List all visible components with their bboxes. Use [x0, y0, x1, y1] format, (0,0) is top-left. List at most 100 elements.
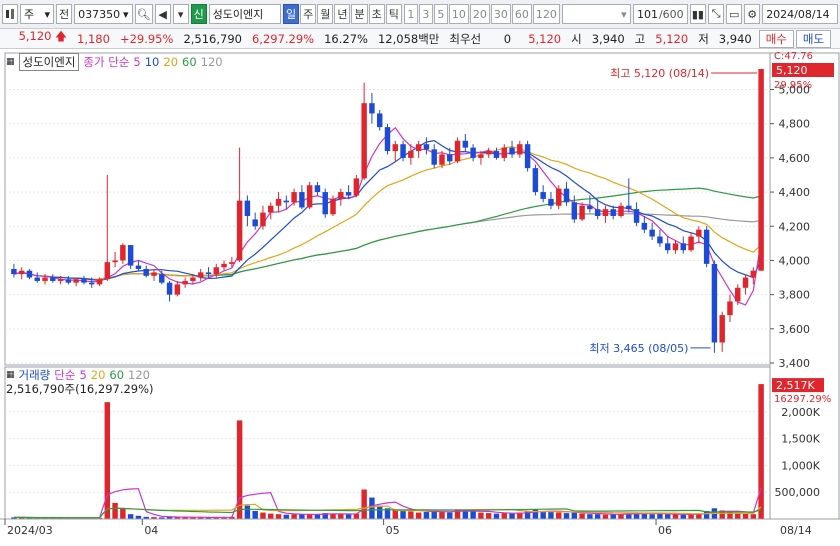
volume-bar	[415, 512, 422, 519]
volume-bar	[338, 514, 344, 519]
candle	[431, 149, 437, 165]
period-tab-1[interactable]: 주	[300, 4, 317, 24]
candle	[758, 69, 764, 271]
interval-button-5[interactable]: 30	[490, 4, 511, 24]
candle	[369, 103, 375, 114]
price-tick-label: 4,200	[779, 220, 811, 233]
volume-bar	[423, 512, 430, 519]
volume-bar	[291, 514, 297, 519]
period-tab-2[interactable]: 월	[317, 4, 334, 24]
volume-bar	[509, 513, 515, 519]
candle	[81, 279, 87, 283]
candle	[478, 154, 484, 158]
chart-zoom-icon[interactable]: ⤡	[708, 4, 725, 24]
candle	[594, 209, 601, 216]
date-field[interactable]: 2024/08/14	[762, 4, 838, 24]
sell-button[interactable]: 매도	[795, 29, 832, 48]
price-tick-label: 4,600	[779, 152, 811, 165]
candle	[151, 272, 157, 276]
volume-bar	[127, 514, 134, 519]
candle	[213, 267, 219, 275]
buy-button[interactable]: 매수	[758, 29, 794, 48]
candle	[742, 277, 749, 288]
price-tag-text: 5,120	[776, 64, 808, 77]
price-tick-label: 4,400	[779, 186, 811, 199]
candle	[587, 205, 593, 210]
candle	[244, 200, 251, 216]
candle	[143, 268, 149, 276]
candle	[735, 287, 741, 302]
chart-type-icon[interactable]	[2, 4, 18, 24]
candle	[750, 270, 757, 278]
candle	[314, 185, 321, 193]
print-icon[interactable]: ▭	[726, 4, 743, 24]
price-chart[interactable]: 3,400 3,600 3,800 4,000 4,200 4,400 4,600 4,800…	[0, 49, 840, 543]
candle	[563, 188, 570, 203]
interval-button-3[interactable]: 10	[448, 4, 469, 24]
candle	[260, 212, 266, 227]
candle-icon[interactable]: ▮▮	[689, 4, 707, 24]
stock-title[interactable]: 성도이엔지	[18, 53, 80, 71]
period-tab-4[interactable]: 분	[351, 4, 368, 24]
candle	[719, 315, 725, 343]
volume-bar	[579, 513, 585, 519]
x-tick-label: 04	[144, 524, 158, 537]
candle	[50, 277, 56, 281]
mode-select[interactable]: 주 ▾	[20, 4, 55, 24]
high-price: 5,120	[655, 31, 689, 46]
volume-bar	[244, 505, 251, 519]
interval-button-1[interactable]: 3	[418, 4, 433, 24]
count-field[interactable]: 101 /600	[632, 4, 688, 24]
chart-area[interactable]: 3,400 3,600 3,800 4,000 4,200 4,400 4,600 4,800…	[0, 49, 840, 543]
candle	[159, 274, 165, 283]
interval-button-4[interactable]: 20	[469, 4, 490, 24]
candle	[400, 144, 406, 158]
candle	[89, 282, 95, 285]
code-input[interactable]: 037350 ▾	[74, 4, 133, 24]
chart-settings-icon[interactable]: ▦	[6, 57, 15, 67]
candle	[104, 262, 111, 280]
candle	[322, 192, 328, 215]
candle	[462, 140, 469, 148]
arrow-up-icon: 🡅	[55, 29, 67, 43]
period-tab-3[interactable]: 년	[334, 4, 351, 24]
ma5-label: 5	[133, 55, 141, 69]
candle	[688, 236, 694, 251]
chevron-down-icon[interactable]: ▾	[172, 4, 189, 24]
price-legend: ▦ 성도이엔지 종가 단순 5 10 20 60 120	[6, 53, 223, 71]
board-button[interactable]: 전	[56, 4, 73, 24]
high-annotation: 최고 5,120 (08/14)	[610, 67, 709, 80]
stock-name[interactable]: 성도이엔지	[208, 4, 281, 24]
code-value: 037350	[78, 7, 121, 21]
candle	[174, 284, 181, 295]
mode-value: 주	[24, 8, 35, 21]
search-icon[interactable]: 🔍︎	[134, 4, 153, 24]
c-tag-text: C:47.76	[774, 51, 813, 62]
volume-bar	[120, 508, 126, 519]
interval-button-6[interactable]: 60	[511, 4, 532, 24]
candle	[517, 144, 523, 155]
volume-bar	[758, 384, 764, 519]
candle	[338, 192, 344, 199]
volume-bar	[462, 510, 469, 519]
volume-bar	[283, 514, 290, 519]
volume-settings-icon[interactable]: ▦	[6, 370, 15, 380]
speaker-icon[interactable]: ◀	[154, 4, 171, 24]
period-combo[interactable]: ▾	[561, 4, 631, 24]
interval-button-7[interactable]: 120	[532, 4, 560, 24]
volume-bar	[369, 497, 375, 519]
period-tab-5[interactable]: 초	[368, 4, 385, 24]
interval-button-0[interactable]: 1	[403, 4, 418, 24]
volume-bar	[563, 513, 570, 519]
gear-icon[interactable]: ⚙	[744, 4, 761, 24]
candle	[415, 144, 422, 152]
period-tab-6[interactable]: 틱	[385, 4, 402, 24]
volume-bar	[532, 509, 539, 519]
period-tab-0[interactable]: 일	[282, 4, 300, 24]
low-annotation: 최저 3,465 (08/05)	[589, 342, 688, 355]
volume-bar	[268, 513, 274, 519]
interval-button-2[interactable]: 5	[433, 4, 448, 24]
candle	[680, 243, 686, 251]
x-tick-label: 05	[386, 524, 400, 537]
candle	[330, 198, 336, 215]
